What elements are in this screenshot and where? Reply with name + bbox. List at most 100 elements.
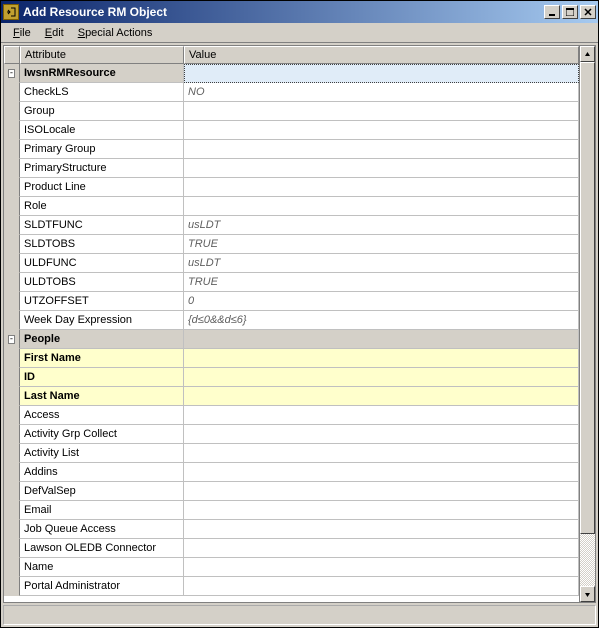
- value-cell[interactable]: NO: [184, 83, 579, 102]
- value-cell[interactable]: [184, 159, 579, 178]
- attribute-cell[interactable]: Product Line: [20, 178, 184, 197]
- attribute-cell[interactable]: CheckLS: [20, 83, 184, 102]
- vertical-scrollbar[interactable]: [579, 46, 595, 602]
- table-row: First Name: [4, 349, 579, 368]
- content: Attribute Value -IwsnRMResourceCheckLSNO…: [3, 45, 596, 603]
- toggle-cell: [4, 482, 20, 501]
- value-cell[interactable]: 0: [184, 292, 579, 311]
- attribute-cell[interactable]: Activity List: [20, 444, 184, 463]
- table-row: Role: [4, 197, 579, 216]
- toggle-cell: [4, 577, 20, 596]
- statusbar: [3, 605, 596, 625]
- toggle-cell[interactable]: -: [4, 64, 20, 83]
- value-cell[interactable]: usLDT: [184, 254, 579, 273]
- menu-special-actions[interactable]: Special Actions: [72, 26, 159, 40]
- attribute-cell[interactable]: ULDFUNC: [20, 254, 184, 273]
- header-toggle[interactable]: [4, 46, 20, 64]
- table-row: Job Queue Access: [4, 520, 579, 539]
- table-row: ULDFUNCusLDT: [4, 254, 579, 273]
- attribute-cell[interactable]: Job Queue Access: [20, 520, 184, 539]
- value-cell[interactable]: TRUE: [184, 235, 579, 254]
- value-cell[interactable]: [184, 520, 579, 539]
- attribute-cell[interactable]: SLDTOBS: [20, 235, 184, 254]
- toggle-cell: [4, 292, 20, 311]
- attribute-cell[interactable]: Portal Administrator: [20, 577, 184, 596]
- header-attribute[interactable]: Attribute: [20, 46, 184, 64]
- value-cell[interactable]: [184, 349, 579, 368]
- attribute-cell[interactable]: ISOLocale: [20, 121, 184, 140]
- value-cell[interactable]: [184, 368, 579, 387]
- toggle-cell: [4, 368, 20, 387]
- toggle-cell: [4, 311, 20, 330]
- value-cell[interactable]: [184, 197, 579, 216]
- value-cell[interactable]: [184, 463, 579, 482]
- menu-edit[interactable]: Edit: [39, 26, 70, 40]
- scroll-down-button[interactable]: [580, 586, 595, 602]
- value-cell[interactable]: [184, 387, 579, 406]
- scroll-up-button[interactable]: [580, 46, 595, 62]
- attribute-cell[interactable]: Lawson OLEDB Connector: [20, 539, 184, 558]
- table-row: SLDTFUNCusLDT: [4, 216, 579, 235]
- toggle-cell: [4, 83, 20, 102]
- close-button[interactable]: [580, 5, 596, 19]
- toggle-cell: [4, 273, 20, 292]
- app-icon: [3, 4, 19, 20]
- attribute-cell[interactable]: People: [20, 330, 184, 349]
- attribute-cell[interactable]: Email: [20, 501, 184, 520]
- attribute-cell[interactable]: UTZOFFSET: [20, 292, 184, 311]
- collapse-toggle[interactable]: -: [8, 69, 15, 78]
- attribute-cell[interactable]: ULDTOBS: [20, 273, 184, 292]
- value-cell[interactable]: [184, 102, 579, 121]
- attribute-cell[interactable]: Activity Grp Collect: [20, 425, 184, 444]
- value-cell[interactable]: usLDT: [184, 216, 579, 235]
- attribute-cell[interactable]: Primary Group: [20, 140, 184, 159]
- menu-file[interactable]: File: [7, 26, 37, 40]
- attribute-cell[interactable]: SLDTFUNC: [20, 216, 184, 235]
- scroll-thumb[interactable]: [580, 62, 595, 534]
- attribute-cell[interactable]: Role: [20, 197, 184, 216]
- value-cell[interactable]: TRUE: [184, 273, 579, 292]
- minimize-button[interactable]: [544, 5, 560, 19]
- attribute-cell[interactable]: Last Name: [20, 387, 184, 406]
- attribute-cell[interactable]: IwsnRMResource: [20, 64, 184, 83]
- attribute-cell[interactable]: Access: [20, 406, 184, 425]
- value-cell[interactable]: [184, 444, 579, 463]
- scroll-track[interactable]: [580, 62, 595, 586]
- collapse-toggle[interactable]: -: [8, 335, 15, 344]
- value-cell[interactable]: [184, 501, 579, 520]
- attribute-cell[interactable]: Week Day Expression: [20, 311, 184, 330]
- value-cell[interactable]: [184, 539, 579, 558]
- value-cell[interactable]: [184, 482, 579, 501]
- value-cell[interactable]: [184, 577, 579, 596]
- attribute-cell[interactable]: Addins: [20, 463, 184, 482]
- value-cell[interactable]: [184, 178, 579, 197]
- attribute-cell[interactable]: PrimaryStructure: [20, 159, 184, 178]
- toggle-cell: [4, 102, 20, 121]
- value-cell[interactable]: [184, 64, 579, 83]
- header-value[interactable]: Value: [184, 46, 579, 64]
- attribute-cell[interactable]: Name: [20, 558, 184, 577]
- value-cell[interactable]: [184, 121, 579, 140]
- toggle-cell: [4, 520, 20, 539]
- toggle-cell: [4, 387, 20, 406]
- value-cell[interactable]: {d≤0&&d≤6}: [184, 311, 579, 330]
- value-cell[interactable]: [184, 330, 579, 349]
- maximize-button[interactable]: [562, 5, 578, 19]
- table-row: Portal Administrator: [4, 577, 579, 596]
- toggle-cell: [4, 140, 20, 159]
- attribute-cell[interactable]: ID: [20, 368, 184, 387]
- value-cell[interactable]: [184, 140, 579, 159]
- attribute-cell[interactable]: DefValSep: [20, 482, 184, 501]
- toggle-cell: [4, 444, 20, 463]
- value-cell[interactable]: [184, 558, 579, 577]
- table-row: Week Day Expression{d≤0&&d≤6}: [4, 311, 579, 330]
- attribute-cell[interactable]: First Name: [20, 349, 184, 368]
- attribute-cell[interactable]: Group: [20, 102, 184, 121]
- toggle-cell[interactable]: -: [4, 330, 20, 349]
- value-cell[interactable]: [184, 406, 579, 425]
- value-cell[interactable]: [184, 425, 579, 444]
- table-row: Access: [4, 406, 579, 425]
- titlebar[interactable]: Add Resource RM Object: [1, 1, 598, 23]
- toggle-cell: [4, 121, 20, 140]
- window-title: Add Resource RM Object: [23, 5, 544, 19]
